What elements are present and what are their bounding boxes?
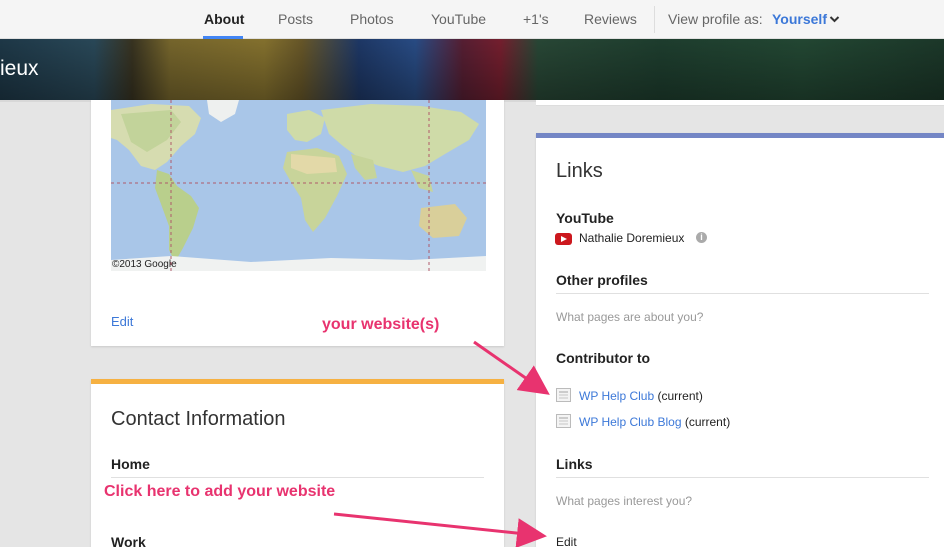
previous-card-bottom xyxy=(536,100,944,106)
profile-name: ieux xyxy=(0,57,39,80)
youtube-channel-link[interactable]: Nathalie Doremieux xyxy=(579,231,684,245)
contributor-heading: Contributor to xyxy=(556,350,651,366)
contributor-status: (current) xyxy=(657,389,703,403)
tab-about[interactable]: About xyxy=(204,11,244,27)
tab-posts[interactable]: Posts xyxy=(278,11,313,27)
contributor-link[interactable]: WP Help Club Blog xyxy=(579,415,682,429)
view-profile-dropdown[interactable]: Yourself xyxy=(772,11,827,27)
contact-information-card: Contact Information Home Work xyxy=(91,379,504,547)
places-card: ©2013 Google Edit xyxy=(91,100,504,346)
annotation-add-website: Click here to add your website xyxy=(104,483,336,500)
places-edit-link[interactable]: Edit xyxy=(111,314,133,329)
tab-youtube[interactable]: YouTube xyxy=(431,11,486,27)
other-profiles-heading: Other profiles xyxy=(556,272,648,288)
youtube-heading: YouTube xyxy=(556,210,614,226)
info-icon[interactable]: i xyxy=(696,232,707,243)
other-profiles-divider xyxy=(556,293,929,294)
page-icon xyxy=(556,414,571,428)
world-map[interactable]: ©2013 Google xyxy=(111,100,486,271)
nav-divider xyxy=(654,6,655,33)
tab-plus-ones[interactable]: +1's xyxy=(523,11,549,27)
list-item: WP Help Club (current) xyxy=(579,389,703,403)
tab-reviews[interactable]: Reviews xyxy=(584,11,637,27)
map-credit: ©2013 Google xyxy=(112,259,177,270)
view-profile-label: View profile as: xyxy=(668,11,763,27)
home-divider xyxy=(111,477,484,478)
contact-work-heading: Work xyxy=(111,534,146,547)
links-placeholder: What pages interest you? xyxy=(556,494,693,508)
cover-photo: ieux xyxy=(0,39,944,100)
links-card: Links YouTube Nathalie Doremieux i Other… xyxy=(536,133,944,547)
page-icon xyxy=(556,388,571,402)
youtube-icon xyxy=(555,233,572,245)
world-map-image xyxy=(111,100,486,271)
contact-home-heading: Home xyxy=(111,456,150,472)
contributor-status: (current) xyxy=(684,415,731,429)
links-heading: Links xyxy=(556,456,593,472)
links-edit-link[interactable]: Edit xyxy=(556,535,577,547)
annotation-your-website: your website(s) xyxy=(322,316,440,333)
links-card-title: Links xyxy=(556,160,603,182)
tab-photos[interactable]: Photos xyxy=(350,11,394,27)
links-divider xyxy=(556,477,929,478)
profile-tab-bar: About Posts Photos YouTube +1's Reviews … xyxy=(0,0,944,39)
list-item: WP Help Club Blog (current) xyxy=(579,415,730,429)
contributor-link[interactable]: WP Help Club xyxy=(579,389,654,403)
chevron-down-icon[interactable] xyxy=(829,12,840,26)
other-profiles-placeholder: What pages are about you? xyxy=(556,310,704,324)
contact-card-title: Contact Information xyxy=(111,408,286,430)
